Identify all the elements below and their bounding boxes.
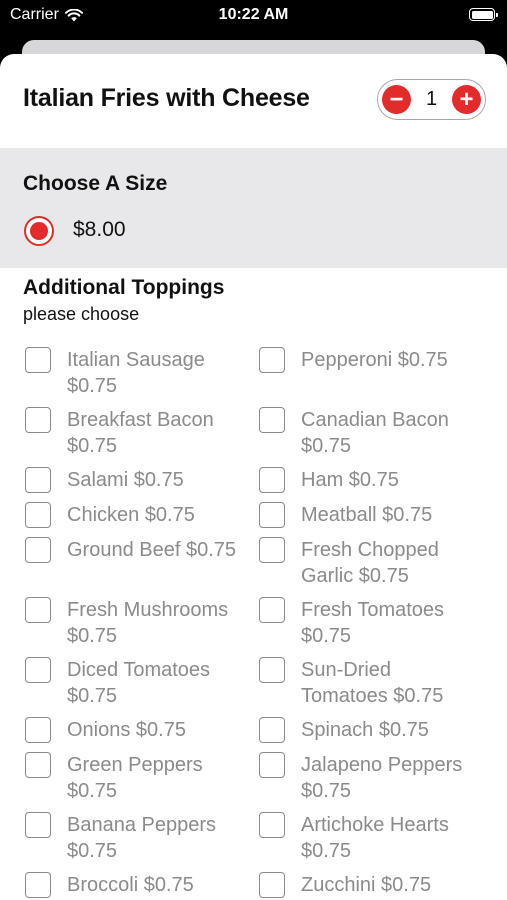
topping-label: Canadian Bacon $0.75: [301, 409, 449, 457]
topping-label: Spinach $0.75: [301, 719, 429, 741]
topping-option[interactable]: Green Peppers $0.75: [25, 752, 203, 804]
topping-option[interactable]: Jalapeno Peppers $0.75: [259, 752, 462, 804]
minus-circle-icon[interactable]: −: [382, 85, 411, 114]
toppings-subtitle: please choose: [23, 304, 140, 324]
checkbox[interactable]: [259, 407, 285, 433]
topping-label: Zucchini $0.75: [301, 874, 432, 896]
item-title: Italian Fries with Cheese: [23, 84, 310, 112]
checkbox[interactable]: [25, 347, 51, 373]
topping-option[interactable]: Onions $0.75: [25, 717, 186, 743]
topping-option[interactable]: Ham $0.75: [259, 467, 399, 493]
topping-option[interactable]: Sun-Dried Tomatoes $0.75: [259, 657, 443, 709]
checkbox[interactable]: [25, 407, 51, 433]
checkbox[interactable]: [259, 502, 285, 528]
checkbox[interactable]: [259, 752, 285, 778]
checkbox[interactable]: [259, 872, 285, 898]
topping-label: Ham $0.75: [301, 469, 399, 491]
checkbox[interactable]: [259, 467, 285, 493]
topping-option[interactable]: Breakfast Bacon $0.75: [25, 407, 214, 459]
checkbox[interactable]: [25, 502, 51, 528]
topping-option[interactable]: Salami $0.75: [25, 467, 184, 493]
topping-label: Italian Sausage $0.75: [67, 349, 205, 397]
topping-label: Sun-Dried Tomatoes $0.75: [301, 659, 444, 707]
checkbox[interactable]: [25, 752, 51, 778]
checkbox[interactable]: [25, 872, 51, 898]
item-header: Italian Fries with Cheese − 1 +: [0, 54, 507, 148]
topping-option[interactable]: Fresh Chopped Garlic $0.75: [259, 537, 439, 589]
checkbox[interactable]: [259, 717, 285, 743]
topping-option[interactable]: Diced Tomatoes $0.75: [25, 657, 210, 709]
topping-option[interactable]: Ground Beef $0.75: [25, 537, 236, 563]
checkbox[interactable]: [259, 657, 285, 683]
topping-label: Jalapeno Peppers $0.75: [301, 754, 463, 802]
topping-label: Fresh Mushrooms $0.75: [67, 599, 229, 647]
size-option-label: $8.00: [73, 218, 126, 241]
topping-label: Fresh Tomatoes $0.75: [301, 599, 445, 647]
topping-option[interactable]: Artichoke Hearts $0.75: [259, 812, 449, 864]
topping-option[interactable]: Meatball $0.75: [259, 502, 432, 528]
topping-label: Pepperoni $0.75: [301, 349, 448, 371]
checkbox[interactable]: [259, 537, 285, 563]
topping-option[interactable]: Banana Peppers $0.75: [25, 812, 216, 864]
topping-label: Meatball $0.75: [301, 504, 433, 526]
status-bar: Carrier 10:22 AM: [0, 0, 507, 32]
battery-icon: [469, 8, 498, 21]
topping-label: Diced Tomatoes $0.75: [67, 659, 211, 707]
topping-label: Ground Beef $0.75: [67, 539, 237, 561]
item-sheet: Italian Fries with Cheese − 1 + Choose A…: [0, 54, 507, 900]
topping-label: Fresh Chopped Garlic $0.75: [301, 539, 439, 587]
topping-label: Chicken $0.75: [67, 504, 195, 526]
plus-circle-icon[interactable]: +: [452, 85, 481, 114]
topping-option[interactable]: Spinach $0.75: [259, 717, 429, 743]
quantity-value: 1: [425, 88, 438, 110]
topping-option[interactable]: Broccoli $0.75: [25, 872, 194, 898]
topping-option[interactable]: Pepperoni $0.75: [259, 347, 448, 373]
topping-label: Banana Peppers $0.75: [67, 814, 217, 862]
topping-label: Breakfast Bacon $0.75: [67, 409, 214, 457]
checkbox[interactable]: [259, 597, 285, 623]
checkbox[interactable]: [25, 467, 51, 493]
topping-label: Salami $0.75: [67, 469, 184, 491]
checkbox[interactable]: [25, 812, 51, 838]
topping-option[interactable]: Fresh Tomatoes $0.75: [259, 597, 444, 649]
topping-option[interactable]: Chicken $0.75: [25, 502, 195, 528]
checkbox[interactable]: [25, 597, 51, 623]
size-radio[interactable]: [24, 216, 54, 246]
topping-option[interactable]: Canadian Bacon $0.75: [259, 407, 449, 459]
size-section: Choose A Size $8.00: [0, 148, 507, 268]
radio-selected-dot: [30, 222, 48, 240]
checkbox[interactable]: [259, 347, 285, 373]
topping-label: Broccoli $0.75: [67, 874, 194, 896]
checkbox[interactable]: [25, 717, 51, 743]
topping-label: Green Peppers $0.75: [67, 754, 203, 802]
checkbox[interactable]: [25, 537, 51, 563]
toppings-title: Additional Toppings: [23, 276, 225, 299]
topping-option[interactable]: Zucchini $0.75: [259, 872, 431, 898]
topping-option[interactable]: Italian Sausage $0.75: [25, 347, 205, 399]
topping-label: Onions $0.75: [67, 719, 186, 741]
checkbox[interactable]: [25, 657, 51, 683]
size-title: Choose A Size: [23, 172, 168, 195]
status-time: 10:22 AM: [218, 6, 289, 23]
topping-label: Artichoke Hearts $0.75: [301, 814, 449, 862]
checkbox[interactable]: [259, 812, 285, 838]
quantity-stepper: − 1 +: [377, 79, 486, 120]
topping-option[interactable]: Fresh Mushrooms $0.75: [25, 597, 228, 649]
